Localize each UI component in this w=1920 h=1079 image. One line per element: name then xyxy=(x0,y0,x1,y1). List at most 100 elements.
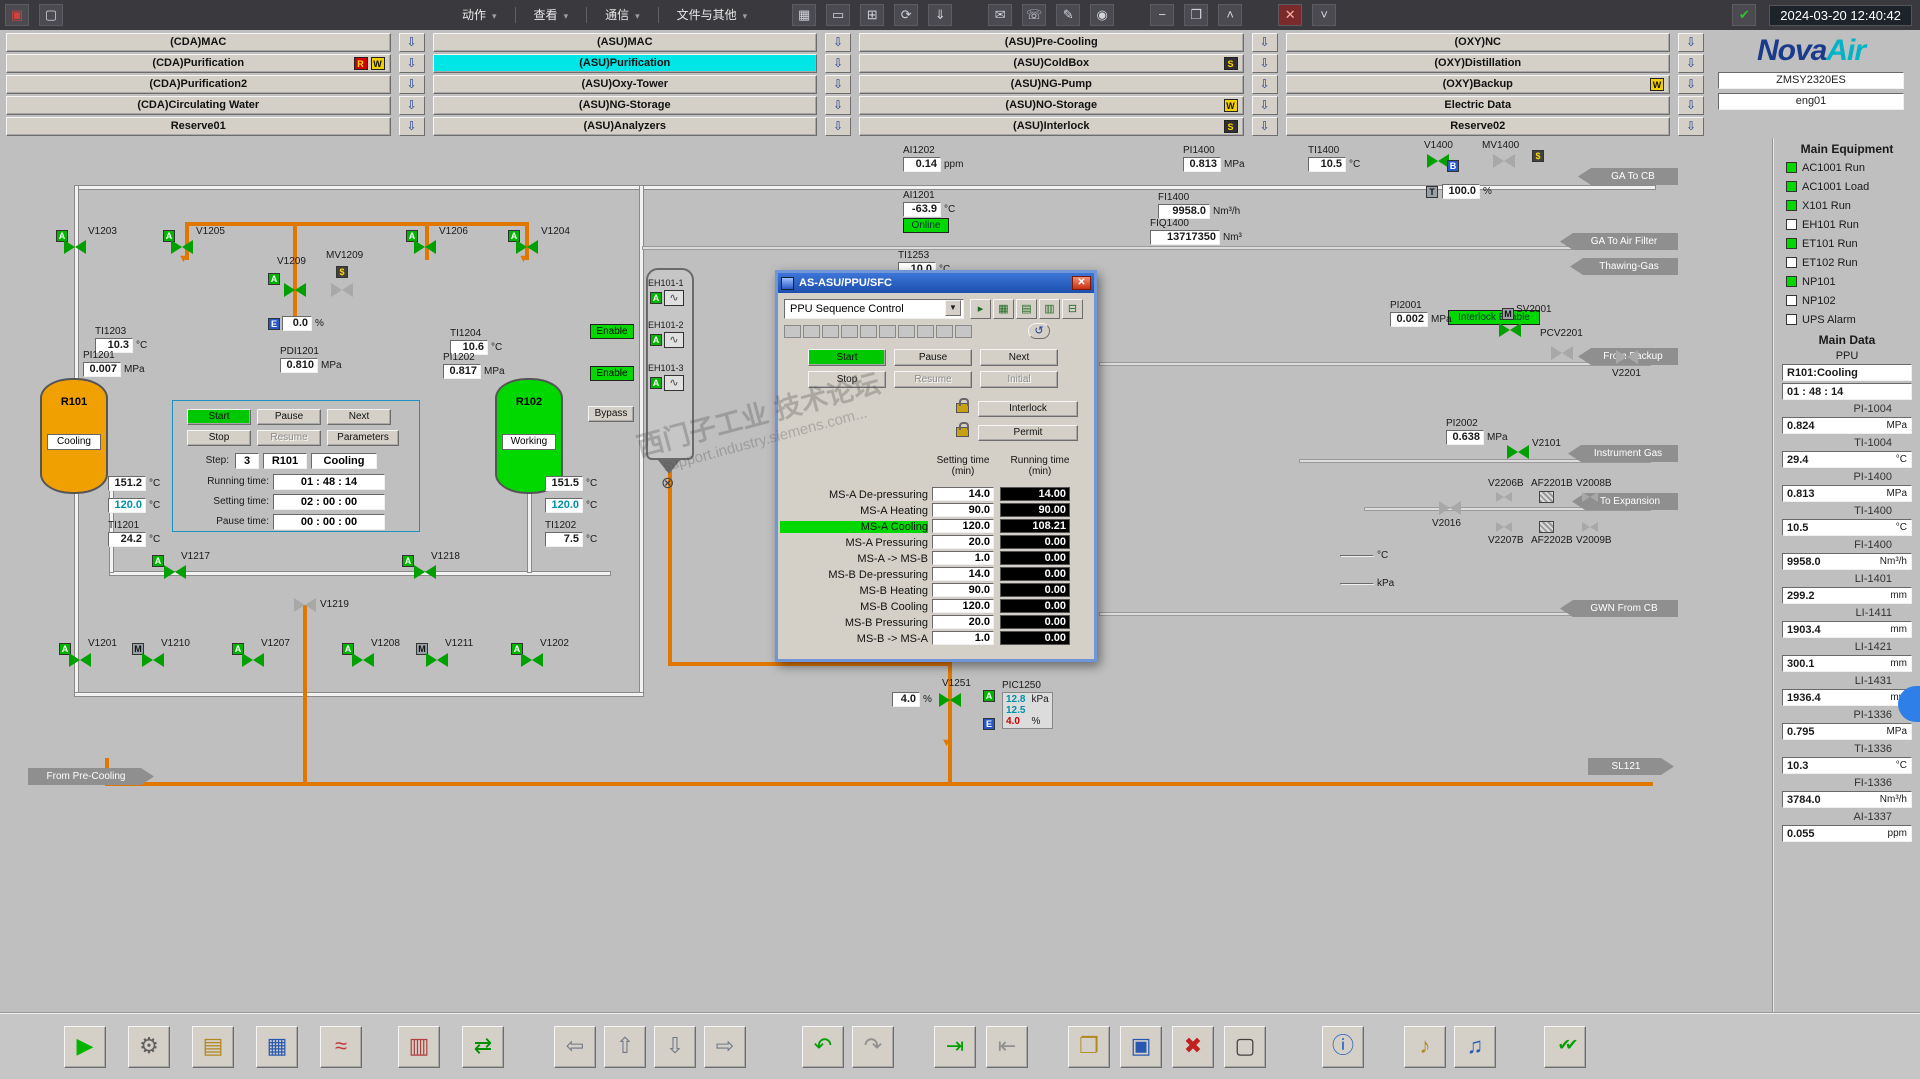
temperature-report-button[interactable]: ▥ xyxy=(398,1025,440,1068)
nav-arrow-button[interactable]: ⇩ xyxy=(398,96,425,115)
nav-down-button[interactable]: ⇩ xyxy=(654,1025,696,1068)
sound-button[interactable]: ♫ xyxy=(1454,1025,1496,1068)
valve-V1203[interactable] xyxy=(64,240,86,254)
instrument-R102-bed-temp2[interactable]: 120.0 °C xyxy=(545,498,597,513)
nav-electric-data[interactable]: Electric Data xyxy=(1285,96,1670,115)
collapse-button[interactable]: ˄ xyxy=(1218,4,1243,26)
nav-asu-ng-storage[interactable]: (ASU)NG-Storage xyxy=(432,96,817,115)
dialog-next-button[interactable]: Next xyxy=(980,349,1058,366)
nav-arrow-button[interactable]: ⇩ xyxy=(398,33,425,52)
refresh-toolbutton[interactable]: ⟳ xyxy=(894,4,919,26)
instrument-PI1400[interactable]: PI1400 0.813 MPa xyxy=(1183,145,1245,172)
dialog-initial-button[interactable]: Initial xyxy=(980,371,1058,388)
instrument-PI2001[interactable]: PI2001 0.002 MPa xyxy=(1390,300,1452,327)
dialog-close-button[interactable]: ✕ xyxy=(1072,276,1091,290)
nav-asu-no-storage[interactable]: (ASU)NO-Storage W xyxy=(859,96,1244,115)
valve-V1219[interactable] xyxy=(294,598,316,612)
nav-asu-interlock[interactable]: (ASU)Interlock S xyxy=(859,117,1244,136)
valve-MV1209[interactable] xyxy=(331,283,353,297)
valve-V1205[interactable] xyxy=(171,240,193,254)
valve-V1201[interactable] xyxy=(69,653,91,667)
valve-V1218[interactable] xyxy=(414,565,436,579)
print-toolbutton[interactable]: ⊞ xyxy=(860,4,885,26)
instrument-PDI1201[interactable]: PDI1201 0.810 MPa xyxy=(280,346,342,373)
adsorber-R101[interactable]: R101 Cooling xyxy=(40,378,108,494)
menu-communication[interactable]: 通信 xyxy=(591,4,654,26)
heater-bypass-button[interactable]: Bypass xyxy=(588,406,634,422)
nav-arrow-button[interactable]: ⇩ xyxy=(398,117,425,136)
dialog-tool-list-button[interactable]: ▤ xyxy=(1016,299,1037,319)
close-runtime-button[interactable]: ✕ xyxy=(1278,4,1303,26)
nav-cda-mac[interactable]: (CDA)MAC xyxy=(6,33,391,52)
instrument-TI1400[interactable]: TI1400 10.5 °C xyxy=(1308,145,1360,172)
sequence-pause-button[interactable]: Pause xyxy=(257,409,321,425)
dialog-tool-collapse-button[interactable]: ⊟ xyxy=(1062,299,1083,319)
instrument-R101-bed-temp2[interactable]: 120.0 °C xyxy=(108,498,160,513)
nav-cda-circulating-water[interactable]: (CDA)Circulating Water xyxy=(6,96,391,115)
heater-enable-button[interactable]: Enable xyxy=(590,366,634,381)
nav-arrow-button[interactable]: ⇩ xyxy=(1678,75,1704,94)
instrument-TI1203[interactable]: TI1203 10.3 °C xyxy=(95,326,147,353)
nav-up-button[interactable]: ⇧ xyxy=(604,1025,646,1068)
valve-V1206[interactable] xyxy=(414,240,436,254)
menu-actions[interactable]: 动作 xyxy=(448,4,511,26)
valve-V2009B[interactable] xyxy=(1582,522,1598,532)
valve-SV2001[interactable] xyxy=(1499,323,1521,337)
screen-select-button[interactable]: ▢ xyxy=(1224,1025,1266,1068)
valve-V1202[interactable] xyxy=(521,653,543,667)
valve-V1207[interactable] xyxy=(242,653,264,667)
info-button[interactable]: ⓘ xyxy=(1322,1025,1364,1068)
instrument-AI1201[interactable]: AI1201 -63.9 °C xyxy=(903,190,955,217)
heater-enable-button[interactable]: Enable xyxy=(590,324,634,339)
notes-button[interactable]: ▤ xyxy=(192,1025,234,1068)
valve-PCV2201[interactable] xyxy=(1551,346,1573,360)
nav-cda-purification2[interactable]: (CDA)Purification2 xyxy=(6,75,391,94)
menu-view[interactable]: 查看 xyxy=(520,4,583,26)
sequence-parameters-button[interactable]: Parameters xyxy=(327,430,399,446)
valve-MV1400[interactable] xyxy=(1493,154,1515,168)
nav-arrow-button[interactable]: ⇩ xyxy=(825,117,851,136)
instrument-FI1400[interactable]: FI1400 9958.0 Nm³/h xyxy=(1158,192,1240,219)
instrument-MV1400-position[interactable]: 100.0% xyxy=(1442,184,1492,199)
transfer-button[interactable]: ⇄ xyxy=(462,1025,504,1068)
dialog-reset-button[interactable]: ↺ xyxy=(1028,323,1050,339)
chart-toolbutton[interactable]: ▦ xyxy=(792,4,817,26)
logout-button[interactable]: ⇤ xyxy=(986,1025,1028,1068)
phone-toolbutton[interactable]: ☏ xyxy=(1022,4,1047,26)
nav-back-button[interactable]: ⇦ xyxy=(554,1025,596,1068)
valve-V1251[interactable] xyxy=(939,693,961,707)
dialog-titlebar[interactable]: AS-ASU/PPU/SFC ✕ xyxy=(778,273,1094,293)
nav-cda-purification[interactable]: (CDA)Purification R W xyxy=(6,54,391,73)
setting-time-field[interactable]: 1.0 xyxy=(932,551,994,565)
snapshot-toolbutton[interactable]: ◉ xyxy=(1090,4,1115,26)
dialog-permit-button[interactable]: Permit xyxy=(978,425,1078,441)
runtime-start-button[interactable]: ▶ xyxy=(64,1025,106,1068)
instrument-PI1201[interactable]: PI1201 0.007 MPa xyxy=(83,350,145,377)
delete-button[interactable]: ✖ xyxy=(1172,1025,1214,1068)
nav-arrow-button[interactable]: ⇩ xyxy=(1678,96,1704,115)
nav-arrow-button[interactable]: ⇩ xyxy=(1251,96,1278,115)
horn-ack-button[interactable]: ♪ xyxy=(1404,1025,1446,1068)
trend-button[interactable]: ≈ xyxy=(320,1025,362,1068)
valve-V1204[interactable] xyxy=(516,240,538,254)
login-button[interactable]: ⇥ xyxy=(934,1025,976,1068)
valve-V1211[interactable] xyxy=(426,653,448,667)
nav-arrow-button[interactable]: ⇩ xyxy=(1251,54,1278,73)
dialog-tool-run-button[interactable]: ▸ xyxy=(970,299,991,319)
screen-back-button[interactable]: ↶ xyxy=(802,1025,844,1068)
instrument-R102-bed-temp1[interactable]: 151.5 °C xyxy=(545,476,597,491)
nav-asu-purification-active[interactable]: (ASU)Purification xyxy=(432,54,817,73)
nav-arrow-button[interactable]: ⇩ xyxy=(825,96,851,115)
filter-AF2202B[interactable] xyxy=(1539,521,1554,533)
controller-PIC1250[interactable]: PIC1250 12.8 12.5 4.0 kPa % xyxy=(1002,680,1053,729)
nav-arrow-button[interactable]: ⇩ xyxy=(1678,54,1704,73)
instrument-V1251-output[interactable]: 4.0% xyxy=(892,692,932,707)
tile-button[interactable]: ❐ xyxy=(1184,4,1209,26)
heater-element-icon[interactable]: ∿ xyxy=(664,332,684,348)
heater-element-icon[interactable]: ∿ xyxy=(664,375,684,391)
nav-reserve02[interactable]: Reserve02 xyxy=(1285,117,1670,136)
filter-AF2201B[interactable] xyxy=(1539,491,1554,503)
instrument-R101-bed-temp1[interactable]: 151.2 °C xyxy=(108,476,160,491)
dialog-interlock-button[interactable]: Interlock xyxy=(978,401,1078,417)
setting-time-field[interactable]: 1.0 xyxy=(932,631,994,645)
